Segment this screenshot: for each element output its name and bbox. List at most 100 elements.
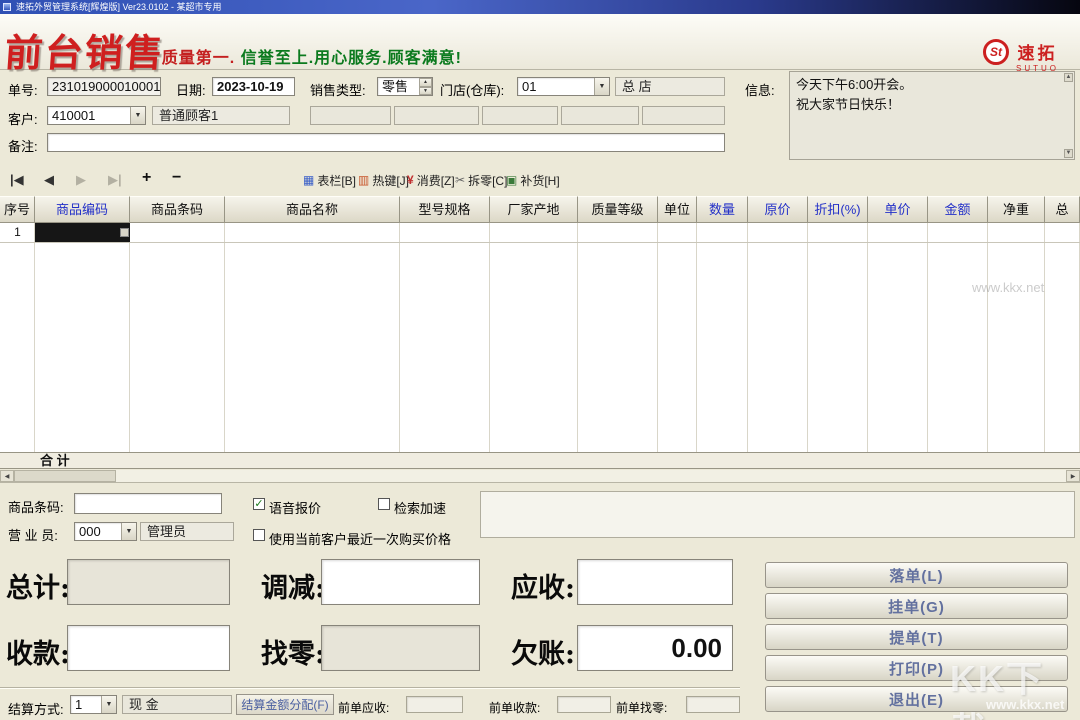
clerk-name-field: 管理员 — [140, 522, 234, 541]
settle-method-name: 现 金 — [122, 695, 232, 714]
search-speed-label[interactable]: 检索加速 — [394, 498, 446, 517]
customer-select[interactable]: 410001 ▼ — [47, 106, 146, 125]
table-body-column — [808, 223, 868, 452]
adjust-input[interactable] — [321, 559, 480, 605]
voice-quote-checkbox[interactable]: ✓ — [253, 498, 265, 510]
columns-button[interactable]: ▦ 表栏[B] — [303, 170, 356, 190]
table-body-column — [225, 223, 400, 452]
settle-method-value: 1 — [75, 696, 82, 713]
scroll-left-icon[interactable]: ◀ — [0, 470, 14, 482]
cell-edit-button[interactable] — [120, 228, 129, 237]
restock-button[interactable]: ▣ 补货[H] — [506, 170, 560, 190]
table-body[interactable] — [0, 223, 1080, 452]
spinner-buttons[interactable]: ▲ ▼ — [419, 78, 432, 95]
horizontal-scrollbar[interactable]: ◀ ▶ — [0, 470, 1080, 482]
column-header-13[interactable]: 净重 — [988, 196, 1045, 223]
column-header-5[interactable]: 厂家产地 — [490, 196, 578, 223]
dropdown-arrow-icon[interactable]: ▼ — [101, 696, 116, 713]
search-speed-checkbox[interactable]: ✓ — [378, 498, 390, 510]
prev-change-field — [686, 696, 740, 713]
columns-button-label: 表栏[B] — [317, 172, 356, 189]
hotkey-button[interactable]: ▥ 热键[J] — [358, 170, 409, 190]
place-order-button[interactable]: 落单(L) — [765, 562, 1068, 588]
table-body-column — [35, 223, 130, 452]
clerk-select[interactable]: 000 ▼ — [74, 522, 137, 541]
slogan: - 质量第一. 信誉至上.用心服务.顾客满意! — [150, 44, 462, 68]
order-label: 单号: — [8, 80, 38, 99]
total-field — [67, 559, 230, 605]
last-price-label[interactable]: 使用当前客户最近一次购买价格 — [269, 529, 451, 548]
column-header-9[interactable]: 原价 — [748, 196, 808, 223]
prev-receivable-label: 前单应收: — [338, 699, 389, 716]
window-title: 速拓外贸管理系统[辉煌版] Ver23.0102 - 某超市专用 — [16, 2, 222, 12]
column-header-0[interactable]: 序号 — [0, 196, 35, 223]
spin-down-icon[interactable]: ▼ — [419, 87, 432, 96]
table-body-column — [490, 223, 578, 452]
dropdown-arrow-icon[interactable]: ▼ — [594, 78, 609, 95]
store-name-field: 总 店 — [615, 77, 725, 96]
column-header-10[interactable]: 折扣(%) — [808, 196, 868, 223]
receivable-input[interactable] — [577, 559, 733, 605]
restock-button-label: 补货[H] — [520, 172, 559, 189]
column-header-7[interactable]: 单位 — [658, 196, 697, 223]
hold-order-button[interactable]: 挂单(G) — [765, 593, 1068, 619]
scroll-right-icon[interactable]: ▶ — [1066, 470, 1080, 482]
remark-label: 备注: — [8, 136, 38, 155]
remark-input[interactable] — [47, 133, 725, 152]
barcode-input[interactable] — [74, 493, 222, 514]
column-header-6[interactable]: 质量等级 — [578, 196, 658, 223]
column-header-2[interactable]: 商品条码 — [130, 196, 225, 223]
store-label: 门店(仓库): — [440, 80, 504, 99]
column-header-1[interactable]: 商品编码 — [35, 196, 130, 223]
column-header-8[interactable]: 数量 — [697, 196, 748, 223]
consume-button[interactable]: ¥ 消费[Z] — [407, 170, 455, 190]
dropdown-arrow-icon[interactable]: ▼ — [121, 523, 136, 540]
info-scroll-up-icon[interactable]: ▲ — [1064, 73, 1073, 82]
column-header-12[interactable]: 金额 — [928, 196, 988, 223]
voice-quote-label[interactable]: 语音报价 — [269, 498, 321, 517]
prev-record-button[interactable]: ◀ — [44, 172, 54, 188]
barcode-label: 商品条码: — [8, 497, 64, 516]
delete-row-button[interactable]: − — [172, 169, 181, 187]
sale-type-spinner[interactable]: 零售 ▲ ▼ — [377, 77, 433, 96]
table-body-column — [988, 223, 1045, 452]
row-number-cell[interactable]: 1 — [0, 223, 35, 242]
adjust-label: 调减: — [261, 566, 325, 605]
clerk-value: 000 — [79, 523, 101, 540]
store-select[interactable]: 01 ▼ — [517, 77, 610, 96]
settle-method-select[interactable]: 1 ▼ — [70, 695, 117, 714]
table-body-column — [868, 223, 928, 452]
spin-up-icon[interactable]: ▲ — [419, 78, 432, 87]
column-header-4[interactable]: 型号规格 — [400, 196, 490, 223]
date-label: 日期: — [176, 80, 206, 99]
title-bar[interactable]: 速拓外贸管理系统[辉煌版] Ver23.0102 - 某超市专用 — [0, 0, 1080, 14]
received-input[interactable] — [67, 625, 230, 671]
customer-value: 410001 — [52, 107, 95, 124]
scrollbar-thumb[interactable] — [14, 470, 116, 482]
first-record-button[interactable]: |◀ — [10, 172, 24, 188]
next-record-button[interactable]: ▶ — [76, 172, 86, 188]
retrieve-order-button[interactable]: 提单(T) — [765, 624, 1068, 650]
table-body-column — [130, 223, 225, 452]
last-record-button[interactable]: ▶| — [108, 172, 122, 188]
column-header-11[interactable]: 单价 — [868, 196, 928, 223]
info-scroll-down-icon[interactable]: ▼ — [1064, 149, 1073, 158]
date-field[interactable]: 2023-10-19 — [212, 77, 295, 96]
empty-field-3 — [482, 106, 558, 125]
display-panel — [480, 491, 1075, 538]
dropdown-arrow-icon[interactable]: ▼ — [130, 107, 145, 124]
settle-method-label: 结算方式: — [8, 699, 64, 718]
column-header-3[interactable]: 商品名称 — [225, 196, 400, 223]
table-body-column — [1045, 223, 1080, 452]
app-window: 速拓外贸管理系统[辉煌版] Ver23.0102 - 某超市专用 前台销售 - … — [0, 0, 1080, 720]
table-row[interactable]: 1 — [0, 223, 1080, 243]
split-button[interactable]: ✂ 拆零[C] — [455, 170, 507, 190]
table-body-column — [0, 223, 35, 452]
last-price-checkbox[interactable]: ✓ — [253, 529, 265, 541]
check-icon: ✓ — [254, 497, 263, 510]
column-header-14[interactable]: 总 — [1045, 196, 1080, 223]
add-row-button[interactable]: + — [142, 169, 151, 187]
module-logo: 前台销售 — [3, 22, 167, 77]
allocate-amount-button[interactable]: 结算金额分配(F) — [236, 694, 334, 715]
selected-cell[interactable] — [35, 223, 130, 242]
